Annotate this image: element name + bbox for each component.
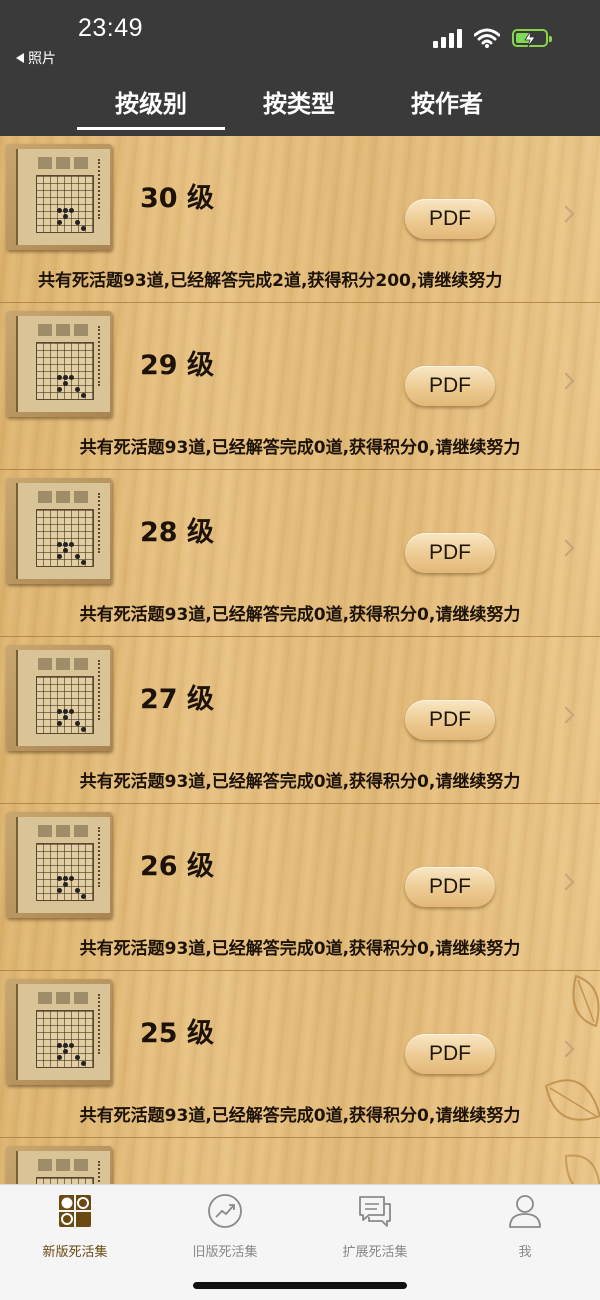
book-cover-thumbnail <box>6 478 112 584</box>
progress-description: 共有死活题93道,已经解答完成0道,获得积分0,请继续努力 <box>79 438 521 458</box>
tabbar-item-new-collection[interactable]: 新版死活集 <box>0 1193 150 1263</box>
home-indicator[interactable] <box>193 1282 407 1289</box>
tab-by-level[interactable]: 按级别 <box>76 84 226 119</box>
tab-by-author[interactable]: 按作者 <box>372 84 522 119</box>
chevron-right-icon <box>557 205 575 223</box>
cellular-signal-icon <box>433 28 462 48</box>
chevron-right-icon <box>557 706 575 724</box>
tabbar-label: 扩展死活集 <box>342 1245 408 1260</box>
book-cover-thumbnail <box>6 144 112 250</box>
level-title: 28 级 <box>140 517 214 548</box>
tabbar-item-extended-collection[interactable]: 扩展死活集 <box>300 1193 450 1263</box>
chevron-right-icon <box>557 873 575 891</box>
chevron-right-icon <box>557 372 575 390</box>
level-list[interactable]: 30 级 PDF 共有死活题93道,已经解答完成2道,获得积分200,请继续努力… <box>0 136 600 1184</box>
trend-chart-icon <box>208 1194 242 1228</box>
level-row[interactable]: 26 级 PDF 共有死活题93道,已经解答完成0道,获得积分0,请继续努力 <box>0 804 600 971</box>
book-cover-thumbnail <box>6 311 112 417</box>
top-header: 23:49 照片 按级别 按类型 按作者 <box>0 0 600 136</box>
pdf-button[interactable]: PDF <box>405 700 495 740</box>
progress-description: 共有死活题93道,已经解答完成0道,获得积分0,请继续努力 <box>79 939 521 959</box>
person-icon <box>509 1195 541 1228</box>
pdf-button[interactable]: PDF <box>405 199 495 239</box>
battery-icon <box>512 29 552 48</box>
level-row[interactable]: 25 级 PDF 共有死活题93道,已经解答完成0道,获得积分0,请继续努力 <box>0 971 600 1138</box>
level-row[interactable]: 28 级 PDF 共有死活题93道,已经解答完成0道,获得积分0,请继续努力 <box>0 470 600 637</box>
segment-tabs: 按级别 按类型 按作者 <box>0 84 600 130</box>
tabbar-label: 我 <box>518 1245 532 1260</box>
progress-description: 共有死活题93道,已经解答完成0道,获得积分0,请继续努力 <box>79 605 521 625</box>
pdf-button[interactable]: PDF <box>405 1034 495 1074</box>
level-row[interactable]: 27 级 PDF 共有死活题93道,已经解答完成0道,获得积分0,请继续努力 <box>0 637 600 804</box>
back-to-app-link[interactable]: 照片 <box>16 48 56 68</box>
level-row[interactable]: 30 级 PDF 共有死活题93道,已经解答完成2道,获得积分200,请继续努力 <box>0 136 600 303</box>
status-time: 23:49 <box>78 14 144 42</box>
level-title: 25 级 <box>140 1018 214 1049</box>
tabbar-label: 新版死活集 <box>42 1245 108 1260</box>
active-tab-underline <box>77 127 225 130</box>
level-title: 30 级 <box>140 183 214 214</box>
tabbar-label: 旧版死活集 <box>192 1245 258 1260</box>
back-app-label: 照片 <box>28 51 56 67</box>
back-arrow-icon <box>16 53 24 63</box>
level-row[interactable] <box>0 1138 600 1184</box>
level-title: 27 级 <box>140 684 214 715</box>
level-title: 26 级 <box>140 851 214 882</box>
chevron-right-icon <box>557 539 575 557</box>
chat-bubbles-icon <box>359 1196 391 1227</box>
progress-description: 共有死活题93道,已经解答完成2道,获得积分200,请继续努力 <box>38 271 503 291</box>
pdf-button[interactable]: PDF <box>405 867 495 907</box>
book-cover-thumbnail <box>6 1146 112 1184</box>
pdf-button[interactable]: PDF <box>405 533 495 573</box>
book-cover-thumbnail <box>6 812 112 918</box>
tabbar-item-me[interactable]: 我 <box>450 1193 600 1263</box>
book-cover-thumbnail <box>6 645 112 751</box>
pdf-button[interactable]: PDF <box>405 366 495 406</box>
level-title: 29 级 <box>140 350 214 381</box>
wifi-icon <box>474 28 500 48</box>
level-row[interactable]: 29 级 PDF 共有死活题93道,已经解答完成0道,获得积分0,请继续努力 <box>0 303 600 470</box>
go-board-icon <box>59 1195 91 1227</box>
progress-description: 共有死活题93道,已经解答完成0道,获得积分0,请继续努力 <box>79 772 521 792</box>
status-indicators <box>433 28 552 48</box>
decorative-leaves-icon <box>536 956 600 1184</box>
book-cover-thumbnail <box>6 979 112 1085</box>
progress-description: 共有死活题93道,已经解答完成0道,获得积分0,请继续努力 <box>79 1106 521 1126</box>
tab-by-type[interactable]: 按类型 <box>224 84 374 119</box>
tabbar-item-old-collection[interactable]: 旧版死活集 <box>150 1193 300 1263</box>
